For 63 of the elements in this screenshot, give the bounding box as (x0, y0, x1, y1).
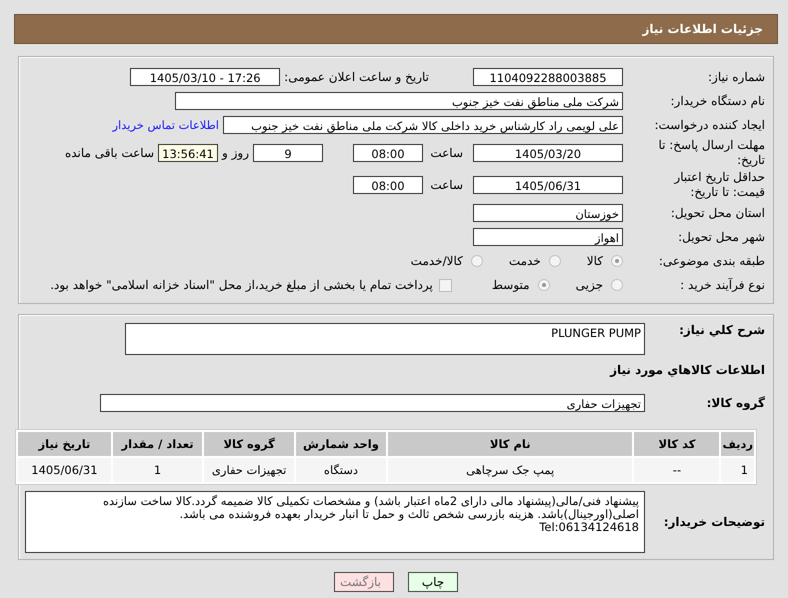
table-cell: پمپ جک سرچاهی (388, 458, 632, 482)
page-title: جزئیات اطلاعات نیاز (642, 22, 763, 36)
radio-button[interactable] (538, 279, 550, 291)
field-label: حداقل تاریخ اعتبار قیمت: تا تاریخ: (672, 170, 765, 200)
deadline-date-field: 1405/03/20 (473, 144, 623, 162)
section-title: اطلاعات کالاهاي مورد نياز (608, 363, 765, 377)
field-label: شرح کلي نياز: (678, 323, 765, 337)
field-label: نام دستگاه خریدار: (670, 94, 765, 108)
need-number-field: 1104092288003885 (473, 68, 623, 86)
column-header: ردیف (721, 432, 754, 456)
radio-label: متوسط (492, 278, 530, 292)
column-header: تعداد / مقدار (112, 432, 202, 456)
checkbox-label: پرداخت تمام یا بخشی از مبلغ خرید،از محل "اسناد خزانه اسلامی" خواهد بود. (50, 278, 433, 292)
table-cell: 1405/06/31 (18, 458, 111, 482)
goods-group-field: تجهیزات حفاری (100, 394, 645, 412)
province-field: خوزستان (473, 204, 623, 222)
radio-button[interactable] (470, 255, 483, 267)
column-header: واحد شمارش (296, 432, 386, 456)
buyer-field: شرکت ملی مناطق نفت خیز جنوب (175, 92, 623, 110)
checkbox[interactable] (438, 278, 452, 292)
field-label: روز و (222, 146, 249, 160)
table-cell: دستگاه (296, 458, 386, 482)
table-cell: تجهیزات حفاری (204, 458, 294, 482)
days-field: 9 (253, 144, 323, 162)
creator-field: علی لویمی راد کارشناس خرید داخلی کالا شرکت ملی مناطق نفت خیز جنوب (223, 116, 623, 134)
notes-field: پیشنهاد فنی/مالی(پیشنهاد مالی دارای 2ماه اعتبار باشد) و مشخصات تکمیلی کالا ضمیمه گردد.کالا ساخت سازنده اصلی(اورجینال)باشد. هزینه بازرسی شخص ثالث و حمل تا انبار خریدار بعهده فروشنده می باشد. Tel:06134124618 (25, 491, 645, 553)
city-field: اهواز (473, 228, 623, 246)
field-label: ساعت (429, 178, 463, 192)
column-header: تاریخ نیاز (18, 432, 111, 456)
radio-button[interactable] (611, 279, 623, 291)
validity-time-field: 08:00 (353, 176, 423, 194)
radio-label: کالا (586, 254, 603, 268)
field-label: ایجاد کننده درخواست: (653, 118, 765, 132)
table-cell: 1 (721, 458, 754, 482)
announce-date-field: 1405/03/10 - 17:26 (130, 68, 280, 86)
column-header: نام کالا (388, 432, 632, 456)
radio-label: خدمت (508, 254, 541, 268)
table-cell: 1 (112, 458, 202, 482)
column-header: کد کالا (634, 432, 720, 456)
remaining-time-field: 13:56:41 (158, 144, 218, 162)
action-button[interactable]: چاپ (408, 572, 458, 592)
field-label: مهلت ارسال پاسخ: تا تاریخ: (657, 138, 765, 168)
field-label: گروه کالا: (706, 396, 765, 410)
field-label: استان محل تحویل: (670, 206, 765, 220)
table-cell: -- (634, 458, 720, 482)
description-field: PLUNGER PUMP (125, 323, 645, 355)
field-label: ساعت باقی مانده (64, 146, 154, 160)
field-label: شماره نیاز: (707, 70, 765, 84)
radio-button[interactable] (611, 255, 623, 267)
radio-label: جزیی (576, 278, 603, 292)
deadline-time-field: 08:00 (353, 144, 423, 162)
action-button[interactable]: بازگشت (334, 572, 394, 592)
column-header: گروه کالا (204, 432, 294, 456)
radio-button[interactable] (548, 255, 561, 267)
buyer-contact-link[interactable]: اطلاعات تماس خریدار (112, 118, 219, 132)
field-label: شهر محل تحویل: (677, 230, 765, 244)
field-label: ساعت (429, 146, 463, 160)
radio-label: کالا/خدمت (410, 254, 463, 268)
field-label: طبقه بندی موضوعی: (658, 254, 765, 268)
field-label: نوع فرآیند خرید : (679, 278, 765, 292)
field-label: تاریخ و ساعت اعلان عمومی: (284, 70, 429, 84)
validity-date-field: 1405/06/31 (473, 176, 623, 194)
field-label: توضیحات خریدار: (662, 515, 765, 529)
